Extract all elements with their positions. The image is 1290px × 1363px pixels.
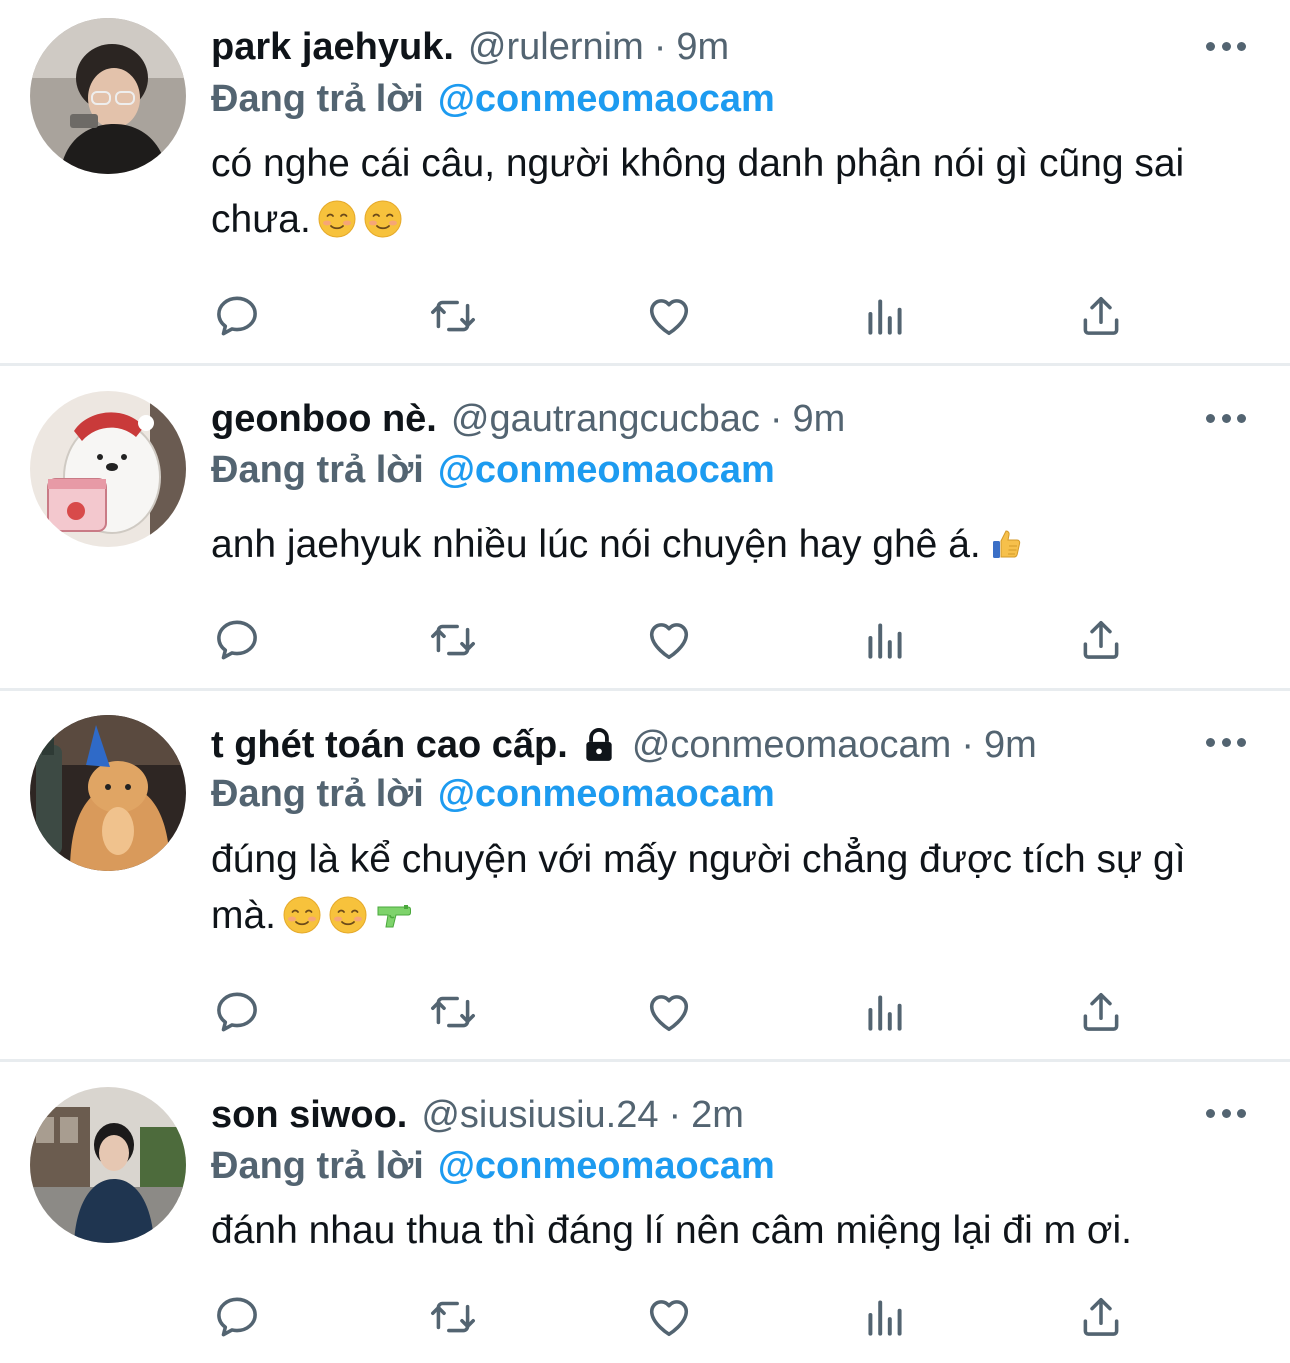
more-options-icon[interactable] <box>1206 1106 1246 1120</box>
mention-link[interactable]: @conmeomaocam <box>438 449 775 491</box>
display-name[interactable]: geonboo nè. <box>211 394 437 444</box>
reply-icon[interactable] <box>211 987 263 1037</box>
tweet-body: anh jaehyuk nhiều lúc nói chuyện hay ghê… <box>211 523 981 566</box>
lock-icon <box>586 728 612 761</box>
retweet-icon[interactable] <box>427 291 479 341</box>
tweet-header: park jaehyuk. @rulernim · 9m <box>211 22 729 72</box>
avatar[interactable] <box>30 1087 186 1243</box>
replying-to: Đang trả lời @conmeomaocam <box>211 445 775 495</box>
replying-to: Đang trả lời @conmeomaocam <box>211 1141 775 1191</box>
user-handle[interactable]: @siusiusiu.24 <box>421 1090 658 1140</box>
views-icon[interactable] <box>859 291 911 341</box>
timestamp[interactable]: 9m <box>676 22 729 72</box>
thumbs-up-emoji <box>987 524 1027 564</box>
separator: · <box>769 398 783 440</box>
avatar[interactable] <box>30 715 186 871</box>
share-icon[interactable] <box>1075 987 1127 1037</box>
replying-to-label: Đang trả lời <box>211 1145 424 1187</box>
like-icon[interactable] <box>643 987 695 1037</box>
user-handle[interactable]: @rulernim <box>468 22 644 72</box>
tweet-actions <box>0 1292 1290 1342</box>
smiling-face-emoji <box>328 895 368 935</box>
retweet-icon[interactable] <box>427 987 479 1037</box>
smiling-face-emoji <box>317 199 357 239</box>
replying-to: Đang trả lời @conmeomaocam <box>211 769 775 819</box>
mention-link[interactable]: @conmeomaocam <box>438 78 775 120</box>
display-name[interactable]: park jaehyuk. <box>211 22 454 72</box>
timestamp[interactable]: 2m <box>691 1090 744 1140</box>
tweet-text: đánh nhau thua thì đáng lí nên câm miệng… <box>211 1203 1251 1259</box>
mention-link[interactable]: @conmeomaocam <box>438 773 775 815</box>
tweet-2[interactable]: geonboo nè. @gautrangcucbac · 9m Đang tr… <box>0 366 1290 688</box>
timestamp[interactable]: 9m <box>793 394 846 444</box>
retweet-icon[interactable] <box>427 615 479 665</box>
tweet-text: anh jaehyuk nhiều lúc nói chuyện hay ghê… <box>211 517 1251 573</box>
mention-link[interactable]: @conmeomaocam <box>438 1145 775 1187</box>
like-icon[interactable] <box>643 615 695 665</box>
replying-to-label: Đang trả lời <box>211 449 424 491</box>
timestamp[interactable]: 9m <box>984 720 1037 770</box>
display-name[interactable]: son siwoo. <box>211 1090 407 1140</box>
smiling-face-emoji <box>282 895 322 935</box>
smiling-face-emoji <box>363 199 403 239</box>
share-icon[interactable] <box>1075 1292 1127 1342</box>
share-icon[interactable] <box>1075 615 1127 665</box>
tweet-actions <box>0 291 1290 341</box>
tweet-actions <box>0 987 1290 1037</box>
tweet-text: đúng là kể chuyện với mấy người chẳng đư… <box>211 832 1251 944</box>
tweet-body: có nghe cái câu, người không danh phận n… <box>211 142 1185 241</box>
reply-icon[interactable] <box>211 291 263 341</box>
tweet-header: geonboo nè. @gautrangcucbac · 9m <box>211 394 845 444</box>
avatar[interactable] <box>30 18 186 174</box>
tweet-body: đánh nhau thua thì đáng lí nên câm miệng… <box>211 1209 1132 1252</box>
views-icon[interactable] <box>859 615 911 665</box>
reply-icon[interactable] <box>211 1292 263 1342</box>
separator: · <box>653 26 667 68</box>
share-icon[interactable] <box>1075 291 1127 341</box>
avatar[interactable] <box>30 391 186 547</box>
tweet-text: có nghe cái câu, người không danh phận n… <box>211 136 1251 248</box>
tweet-header: t ghét toán cao cấp. @conmeomaocam · 9m <box>211 720 1037 770</box>
tweet-header: son siwoo. @siusiusiu.24 · 2m <box>211 1090 744 1140</box>
tweet-3[interactable]: t ghét toán cao cấp. @conmeomaocam · 9m … <box>0 691 1290 1059</box>
tweet-1[interactable]: park jaehyuk. @rulernim · 9m Đang trả lờ… <box>0 0 1290 364</box>
separator: · <box>961 724 974 766</box>
tweet-actions <box>0 615 1290 665</box>
replying-to-label: Đang trả lời <box>211 78 424 120</box>
views-icon[interactable] <box>859 1292 911 1342</box>
replying-to: Đang trả lời @conmeomaocam <box>211 74 775 124</box>
more-options-icon[interactable] <box>1206 411 1246 425</box>
like-icon[interactable] <box>643 1292 695 1342</box>
display-name[interactable]: t ghét toán cao cấp. <box>211 720 568 770</box>
separator: · <box>668 1094 682 1136</box>
user-handle[interactable]: @gautrangcucbac <box>451 394 760 444</box>
tweet-4[interactable]: son siwoo. @siusiusiu.24 · 2m Đang trả l… <box>0 1062 1290 1363</box>
more-options-icon[interactable] <box>1206 735 1246 749</box>
more-options-icon[interactable] <box>1206 39 1246 53</box>
replying-to-label: Đang trả lời <box>211 773 424 815</box>
reply-icon[interactable] <box>211 615 263 665</box>
views-icon[interactable] <box>859 987 911 1037</box>
like-icon[interactable] <box>643 291 695 341</box>
retweet-icon[interactable] <box>427 1292 479 1342</box>
user-handle[interactable]: @conmeomaocam <box>632 720 951 770</box>
water-pistol-emoji <box>374 895 414 935</box>
